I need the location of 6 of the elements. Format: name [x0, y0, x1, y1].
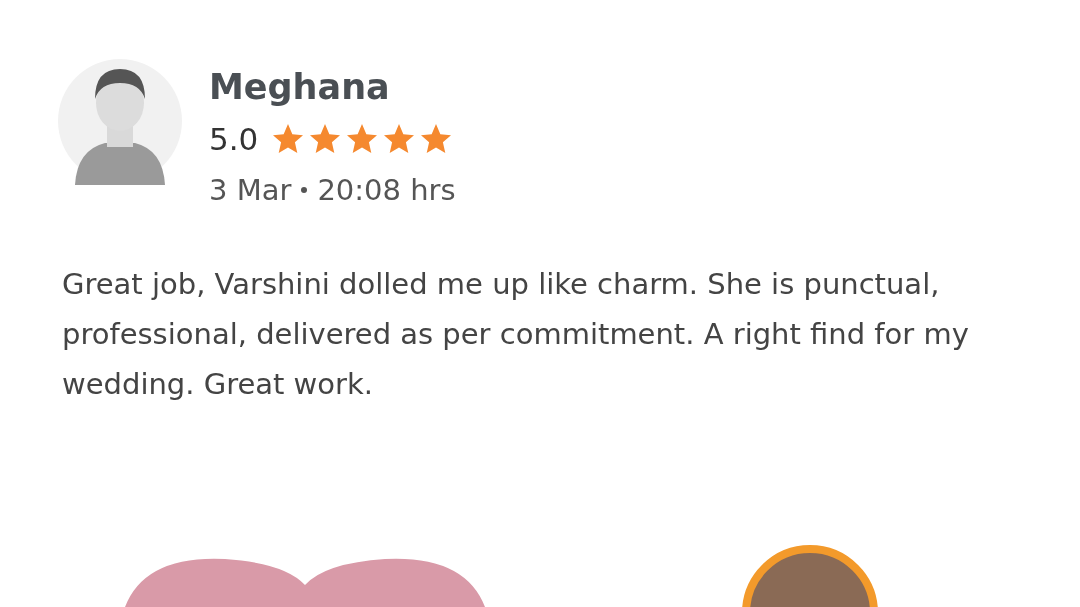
dot-separator-icon	[301, 187, 308, 193]
review-text: Great job, Varshini dolled me up like charm. She is punctual, professional, delivered as per commitment. A right find for my wedding. Great work.	[62, 266, 970, 403]
reviewer-name: Meghana	[209, 66, 391, 109]
rating-value: 5.0	[209, 120, 259, 159]
review-time: 20:08 hrs	[317, 172, 456, 209]
review-date: 3 Mar	[209, 172, 292, 209]
